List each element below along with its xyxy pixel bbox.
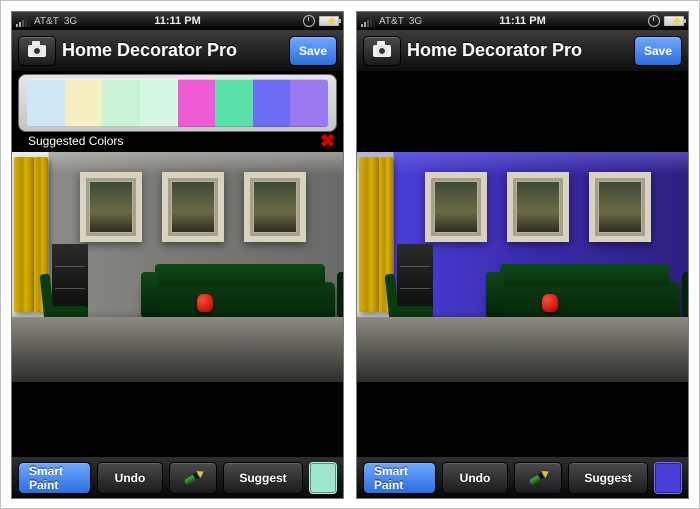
camera-button[interactable]: [363, 36, 401, 66]
room-photo[interactable]: [357, 152, 688, 382]
save-button[interactable]: Save: [289, 36, 337, 66]
floor: [12, 310, 343, 382]
app-title: Home Decorator Pro: [407, 40, 628, 61]
selected-color-swatch[interactable]: [309, 462, 337, 494]
undo-button[interactable]: Undo: [97, 462, 163, 494]
color-swatch[interactable]: [178, 79, 216, 127]
alarm-icon: [303, 15, 315, 27]
status-bar: AT&T 3G 11:11 PM ⚡: [12, 12, 343, 30]
color-palette: [18, 74, 337, 132]
camera-button[interactable]: [18, 36, 56, 66]
color-swatch[interactable]: [290, 79, 328, 127]
phone-right: AT&T 3G 11:11 PM ⚡ Home Decorator Pro Sa…: [356, 11, 689, 499]
brush-button[interactable]: [169, 462, 217, 494]
bottom-toolbar: Smart Paint Undo Suggest: [357, 456, 688, 498]
curtain: [359, 157, 379, 312]
save-button[interactable]: Save: [634, 36, 682, 66]
phone-left: AT&T 3G 11:11 PM ⚡ Home Decorator Pro Sa…: [11, 11, 344, 499]
battery-icon: ⚡: [664, 16, 684, 26]
suggest-button[interactable]: Suggest: [568, 462, 648, 494]
clock-label: 11:11 PM: [357, 15, 688, 27]
camera-icon: [28, 45, 46, 57]
floor: [357, 310, 688, 382]
picture-frame: [425, 172, 487, 242]
selected-color-swatch[interactable]: [654, 462, 682, 494]
nav-bar: Home Decorator Pro Save: [12, 30, 343, 72]
screenshot-pair: AT&T 3G 11:11 PM ⚡ Home Decorator Pro Sa…: [0, 0, 700, 509]
bottom-toolbar: Smart Paint Undo Suggest: [12, 456, 343, 498]
brush-icon: [182, 469, 204, 487]
picture-frame: [589, 172, 651, 242]
color-swatch[interactable]: [140, 79, 178, 127]
color-swatch[interactable]: [102, 79, 140, 127]
color-palette-panel: Suggested Colors ✖: [18, 74, 337, 148]
color-swatch[interactable]: [215, 79, 253, 127]
curtain: [14, 157, 34, 312]
content-area: [357, 72, 688, 456]
picture-frame: [80, 172, 142, 242]
smart-paint-button[interactable]: Smart Paint: [18, 462, 91, 494]
color-swatch[interactable]: [253, 79, 291, 127]
smart-paint-button[interactable]: Smart Paint: [363, 462, 436, 494]
palette-caption: Suggested Colors: [28, 134, 123, 148]
brush-icon: [527, 469, 549, 487]
status-bar: AT&T 3G 11:11 PM ⚡: [357, 12, 688, 30]
undo-button[interactable]: Undo: [442, 462, 508, 494]
app-title: Home Decorator Pro: [62, 40, 283, 61]
close-icon[interactable]: ✖: [320, 134, 335, 148]
suggest-button[interactable]: Suggest: [223, 462, 303, 494]
room-photo[interactable]: [12, 152, 343, 382]
battery-icon: ⚡: [319, 16, 339, 26]
alarm-icon: [648, 15, 660, 27]
picture-frame: [507, 172, 569, 242]
nav-bar: Home Decorator Pro Save: [357, 30, 688, 72]
content-area: Suggested Colors ✖: [12, 72, 343, 456]
color-swatch[interactable]: [27, 79, 65, 127]
brush-button[interactable]: [514, 462, 562, 494]
camera-icon: [373, 45, 391, 57]
color-swatch[interactable]: [65, 79, 103, 127]
clock-label: 11:11 PM: [12, 15, 343, 27]
picture-frame: [244, 172, 306, 242]
picture-frame: [162, 172, 224, 242]
